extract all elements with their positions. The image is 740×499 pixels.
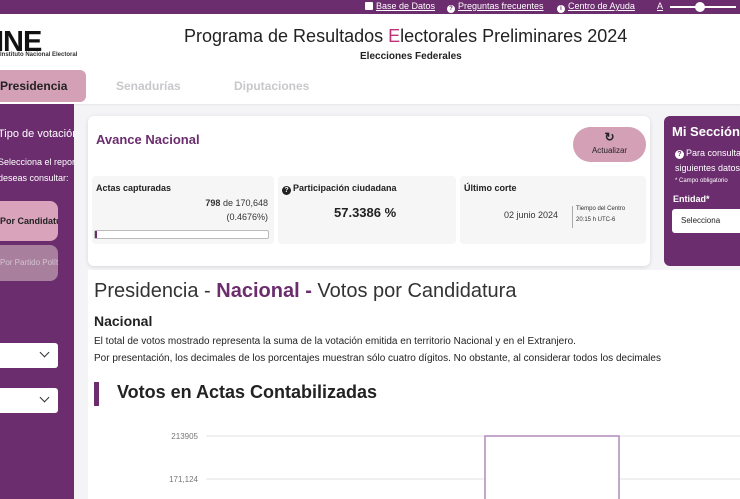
required-note: * Campo obligatorio: [675, 178, 728, 184]
votes-section-title: Votos en Actas Contabilizadas: [117, 382, 378, 402]
my-section-title: Mi Sección: [672, 124, 740, 139]
my-section-help: ? Para consultar: [675, 148, 740, 159]
filter-select-2[interactable]: [0, 388, 58, 413]
database-link[interactable]: Base de Datos: [365, 1, 435, 11]
by-party-button[interactable]: Por Partido Político: [0, 245, 58, 281]
info-icon: i: [557, 5, 565, 13]
actas-progress-fill: [95, 231, 97, 238]
faq-link[interactable]: ? Preguntas frecuentes: [447, 1, 544, 13]
question-icon: ?: [675, 150, 684, 159]
font-size-label: A: [657, 1, 664, 11]
refresh-label: Actualizar: [591, 146, 628, 155]
results-title: Presidencia - Nacional - Votos por Candi…: [94, 280, 517, 302]
report-instruction: Selecciona el reporte quedeseas consulta…: [0, 157, 74, 183]
database-link-label: Base de Datos: [376, 1, 436, 11]
card-title: Avance Nacional: [96, 132, 200, 147]
help-center-label: Centro de Ayuda: [568, 1, 635, 11]
actas-label: Actas capturadas: [96, 183, 172, 193]
actas-progress-bar: [94, 230, 269, 239]
participation-value: 57.3386 %: [334, 205, 397, 220]
page-subtitle: Elecciones Federales: [360, 51, 462, 62]
faq-link-label: Preguntas frecuentes: [458, 1, 544, 11]
participation-stat: ? Participación ciudadana 57.3386 %: [278, 176, 456, 244]
election-tabs: Presidencia Senadurías Diputaciones: [0, 70, 740, 104]
tab-senadurias[interactable]: Senadurías: [116, 70, 181, 102]
divider: [572, 206, 573, 228]
question-icon: ?: [447, 5, 455, 13]
my-section-panel: Mi Sección ? Para consultar siguientes da…: [664, 116, 740, 266]
vote-bar[interactable]: [484, 435, 620, 499]
actas-stat: Actas capturadas 798 de 170,648 (0.4676%…: [92, 176, 274, 244]
entidad-label: Entidad*: [673, 194, 710, 204]
filters-sidebar: Tipo de votación Selecciona el reporte q…: [0, 104, 74, 499]
y-tick-label: 171,124: [169, 475, 198, 484]
help-center-link[interactable]: i Centro de Ayuda: [557, 1, 635, 13]
refresh-icon: ↻: [604, 130, 615, 144]
description-line-1: El total de votos mostrado representa la…: [94, 336, 576, 347]
ine-logo-subtitle: Instituto Nacional Electoral: [0, 52, 78, 58]
national-progress-card: Avance Nacional ↻ Actualizar Actas captu…: [88, 116, 650, 266]
page-title: Programa de Resultados Electorales Preli…: [184, 26, 628, 46]
timezone-line-1: Tiempo del Centro: [576, 206, 626, 212]
actas-percent: (0.4676%): [226, 212, 268, 222]
chevron-down-icon: [39, 392, 50, 403]
description-line-2: Por presentación, los decimales de los p…: [94, 353, 661, 364]
by-candidate-button[interactable]: Por Candidatura: [0, 201, 58, 241]
question-icon[interactable]: ?: [282, 186, 291, 195]
results-content: Presidencia - Nacional - Votos por Candi…: [88, 270, 740, 499]
section-accent-bar: [94, 382, 99, 406]
chevron-down-icon: [39, 347, 50, 358]
my-section-help-2: siguientes datos: [675, 163, 740, 173]
tab-presidencia[interactable]: Presidencia: [0, 70, 86, 102]
font-size-slider-handle[interactable]: [695, 2, 705, 12]
last-cut-label: Último corte: [464, 183, 517, 193]
y-tick-label: 213905: [171, 432, 198, 441]
site-header: INE Instituto Nacional Electoral Program…: [0, 14, 740, 70]
scope-label: Nacional: [94, 313, 153, 329]
votes-chart: 213905 171,124: [169, 432, 740, 499]
top-utility-bar: Base de Datos ? Preguntas frecuentes i Cen…: [0, 0, 740, 14]
filter-select-1[interactable]: [0, 343, 58, 368]
refresh-button[interactable]: ↻ Actualizar: [573, 127, 646, 162]
actas-count: 798 de 170,648: [205, 198, 268, 208]
database-icon: [365, 2, 373, 10]
participation-label: ? Participación ciudadana: [282, 183, 397, 195]
timezone-line-2: 20:15 h UTC-6: [576, 217, 616, 223]
entidad-select[interactable]: Selecciona: [672, 209, 740, 233]
last-cut-stat: Último corte 02 junio 2024 Tiempo del Ce…: [460, 176, 646, 244]
tab-diputaciones[interactable]: Diputaciones: [234, 70, 309, 102]
last-cut-date: 02 junio 2024: [504, 210, 559, 220]
vote-type-heading: Tipo de votación: [0, 128, 74, 140]
